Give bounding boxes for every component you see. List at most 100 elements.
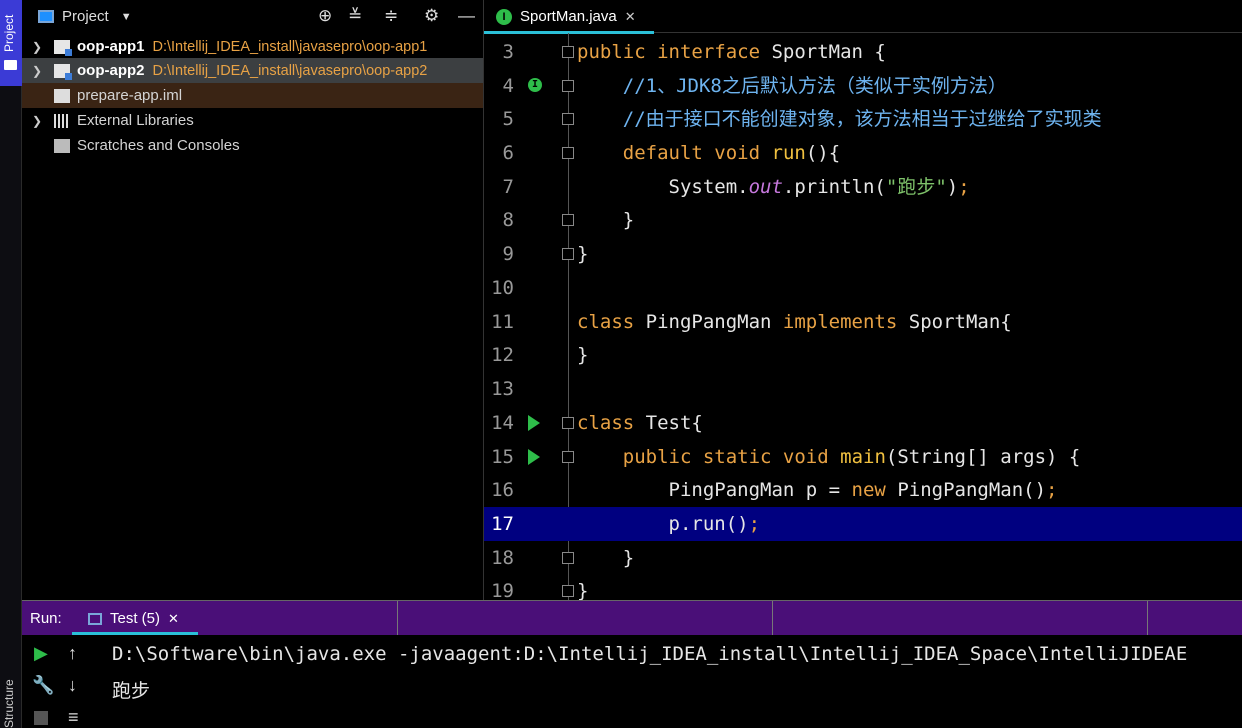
fold-icon[interactable] — [562, 552, 574, 564]
line-number: 15 — [491, 446, 514, 468]
code-line[interactable]: 3 Ipublic interface SportMan { — [484, 35, 1242, 92]
tab-sportman-java[interactable]: I SportMan.java ✕ — [484, 0, 654, 34]
project-panel: Project ▼ ⊕ ≚ ≑ ⚙ — ❯ oop-app1 D:\Intell… — [22, 0, 483, 600]
code-line[interactable]: 5 //由于接口不能创建对象，该方法相当于过继给了实现类 — [484, 102, 1242, 136]
line-number: 9 — [502, 243, 514, 265]
fold-icon[interactable] — [562, 113, 574, 125]
line-number: 13 — [491, 378, 514, 400]
tree-item-scratches[interactable]: Scratches and Consoles — [22, 133, 483, 158]
line-number: 3 — [502, 41, 514, 63]
structure-tool-tab[interactable]: Structure — [2, 679, 16, 728]
project-tool-tab[interactable]: Project — [0, 0, 22, 86]
run-tab-label: Test (5) — [110, 610, 161, 627]
code-line[interactable]: 18 } — [484, 541, 1242, 575]
run-console: ▶ ↑ 🔧 ↓ ≡ D:\Software\bin\java.exe -java… — [22, 635, 1242, 728]
tree-item-label: Scratches and Consoles — [77, 137, 240, 154]
module-folder-icon — [54, 63, 72, 80]
fold-icon[interactable] — [562, 451, 574, 463]
code-line[interactable]: 11 class PingPangMan implements SportMan{ — [484, 305, 1242, 339]
run-tool-bar: Run: Test (5) ✕ — [22, 600, 1242, 636]
line-number: 10 — [491, 277, 514, 299]
editor: I SportMan.java ✕ 3 Ipublic interface Spo… — [483, 0, 1242, 600]
line-number: 17 — [491, 513, 514, 535]
arrow-down-icon[interactable]: ↓ — [68, 675, 77, 696]
fold-icon[interactable] — [562, 585, 574, 597]
fold-icon[interactable] — [562, 46, 574, 58]
collapse-all-icon[interactable]: ≑ — [384, 6, 398, 26]
tree-item-label: oop-app1 — [77, 38, 145, 55]
project-panel-header: Project ▼ ⊕ ≚ ≑ ⚙ — — [22, 0, 483, 33]
tab-run-test[interactable]: Test (5) ✕ — [72, 601, 198, 636]
module-path: D:\Intellij_IDEA_install\javasepro\oop-a… — [152, 38, 428, 55]
rerun-icon[interactable]: ▶ — [34, 643, 48, 664]
close-icon[interactable]: ✕ — [625, 9, 636, 25]
chevron-right-icon[interactable]: ❯ — [32, 64, 46, 78]
console-icon — [88, 612, 102, 625]
tree-item-label: prepare-app.iml — [77, 87, 183, 104]
line-number: 19 — [491, 580, 514, 600]
line-number: 12 — [491, 344, 514, 366]
code-line[interactable]: 4 //1、JDK8之后默认方法（类似于实例方法） — [484, 69, 1242, 103]
chevron-right-icon[interactable]: ❯ — [32, 40, 46, 54]
tab-label: SportMan.java — [520, 8, 617, 25]
fold-icon[interactable] — [562, 80, 574, 92]
line-number: 4 — [502, 75, 514, 97]
code-line[interactable]: 14 class Test{ — [484, 406, 1242, 440]
code-line[interactable]: 8 } — [484, 203, 1242, 237]
run-gutter-icon[interactable] — [528, 449, 540, 465]
code-line[interactable]: 15 public static void main(String[] args… — [484, 440, 1242, 474]
editor-tab-bar: I SportMan.java ✕ — [484, 0, 1242, 34]
project-window-icon — [38, 10, 54, 23]
module-folder-icon — [54, 39, 72, 56]
code-line[interactable]: 10 — [484, 271, 1242, 305]
line-number: 18 — [491, 547, 514, 569]
soft-wrap-icon[interactable]: ≡ — [68, 707, 79, 728]
gear-icon[interactable]: ⚙ — [424, 6, 439, 26]
run-gutter-icon[interactable] — [528, 415, 540, 431]
console-line: D:\Software\bin\java.exe -javaagent:D:\I… — [112, 643, 1188, 665]
chevron-down-icon[interactable]: ▼ — [121, 11, 132, 23]
code-line[interactable]: 9} — [484, 237, 1242, 271]
stop-icon[interactable] — [34, 711, 48, 725]
code-line[interactable]: 6 default void run(){ — [484, 136, 1242, 170]
line-number: 16 — [491, 479, 514, 501]
console-line: 跑步 — [112, 680, 151, 702]
fold-icon[interactable] — [562, 248, 574, 260]
run-label: Run: — [30, 610, 62, 627]
tree-item-label: External Libraries — [77, 112, 194, 129]
locate-icon[interactable]: ⊕ — [318, 6, 332, 26]
line-number: 14 — [491, 412, 514, 434]
folder-icon — [4, 60, 17, 70]
code-line[interactable]: 19} — [484, 574, 1242, 600]
line-number: 5 — [502, 108, 514, 130]
code-line[interactable]: 12} — [484, 338, 1242, 372]
line-number: 6 — [502, 142, 514, 164]
code-line[interactable]: 7 System.out.println("跑步"); — [484, 170, 1242, 204]
left-tool-strip: Project Structure — [0, 0, 22, 728]
expand-all-icon[interactable]: ≚ — [348, 6, 362, 26]
scratches-icon — [54, 138, 70, 153]
close-icon[interactable]: ✕ — [168, 611, 179, 627]
project-tool-tab-label: Project — [2, 14, 16, 52]
iml-file-icon — [54, 88, 70, 103]
fold-icon[interactable] — [562, 147, 574, 159]
wrench-icon[interactable]: 🔧 — [32, 675, 54, 696]
arrow-up-icon[interactable]: ↑ — [68, 643, 77, 664]
line-number: 11 — [491, 311, 514, 333]
java-interface-icon: I — [496, 8, 512, 25]
chevron-right-icon[interactable]: ❯ — [32, 114, 46, 128]
code-line[interactable]: 13 — [484, 372, 1242, 406]
line-number: 8 — [502, 209, 514, 231]
tree-item-oop-app1[interactable]: ❯ oop-app1 D:\Intellij_IDEA_install\java… — [22, 34, 483, 59]
code-line-current[interactable]: 17 p.run(); — [484, 507, 1242, 541]
project-panel-title[interactable]: Project — [62, 8, 109, 25]
code-line[interactable]: 16 PingPangMan p = new PingPangMan(); — [484, 473, 1242, 507]
tree-item-prepare-app-iml[interactable]: prepare-app.iml — [22, 83, 483, 108]
module-path: D:\Intellij_IDEA_install\javasepro\oop-a… — [152, 62, 428, 79]
tree-item-oop-app2[interactable]: ❯ oop-app2 D:\Intellij_IDEA_install\java… — [22, 58, 483, 83]
fold-icon[interactable] — [562, 214, 574, 226]
tree-item-label: oop-app2 — [77, 62, 145, 79]
fold-icon[interactable] — [562, 417, 574, 429]
tree-item-external-libraries[interactable]: ❯ External Libraries — [22, 108, 483, 133]
minimize-icon[interactable]: — — [458, 6, 475, 26]
